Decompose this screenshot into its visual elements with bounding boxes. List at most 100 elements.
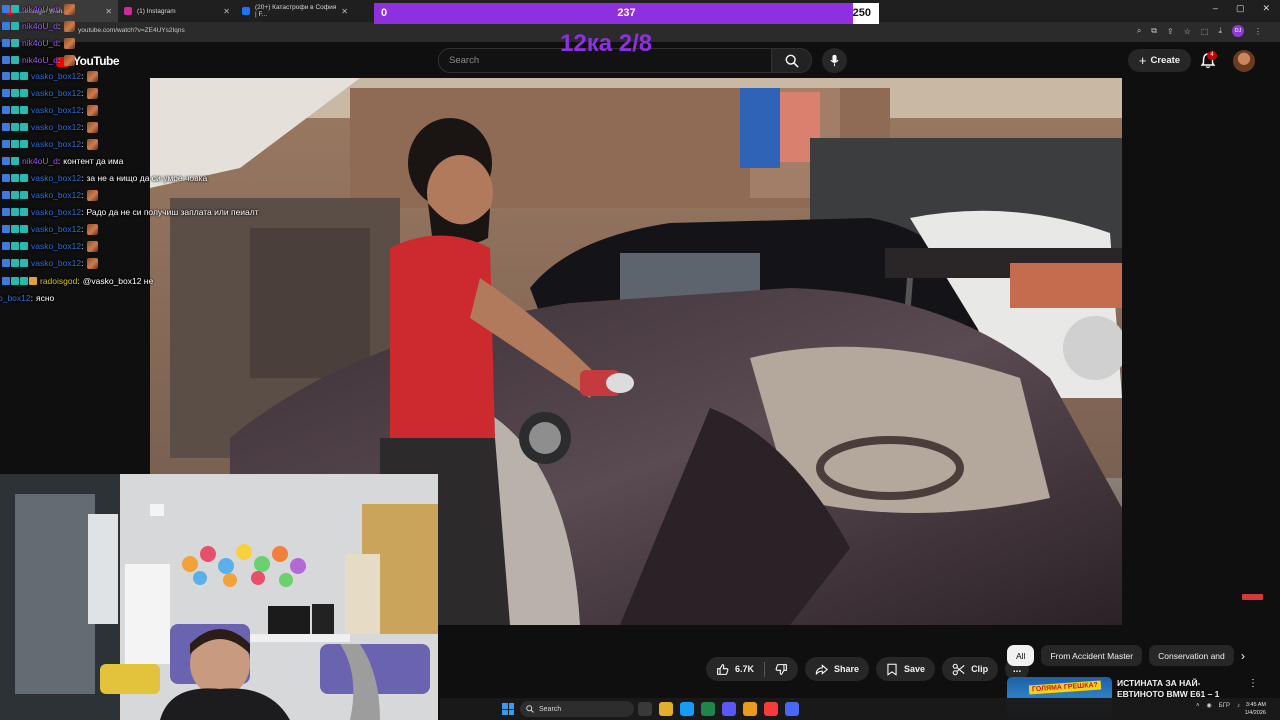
chat-username: vasko_box12 [31, 122, 82, 132]
chat-message: vasko_box12: [2, 86, 99, 100]
chat-badge-icon [2, 277, 10, 285]
time: 3:45 AM [1245, 702, 1266, 708]
chevron-right-icon[interactable]: › [1233, 646, 1253, 666]
bookmark-star-icon[interactable]: ☆ [1184, 27, 1191, 36]
like-button[interactable]: 6.7K [706, 657, 764, 681]
chat-message: vasko_box12: [2, 137, 99, 151]
like-dislike-group: 6.7K [706, 657, 799, 681]
folder-icon[interactable] [743, 702, 757, 716]
zoom-icon[interactable]: ⌕ [1137, 26, 1141, 36]
chat-emote-icon [87, 70, 99, 82]
screen: ...essage! Wan... ✕ (1) Instagram ✕ (20+… [0, 0, 1280, 720]
notification-count-badge: 4 [1207, 51, 1217, 60]
chat-badge-icon [11, 5, 19, 13]
chat-badge-icon [11, 225, 19, 233]
discord-icon[interactable] [722, 702, 736, 716]
close-window-icon[interactable]: ✕ [1262, 3, 1270, 14]
chat-badge-icon [29, 277, 37, 285]
chip-from-accident-master[interactable]: From Accident Master [1041, 645, 1143, 666]
cast-indicator-icon [1242, 594, 1263, 600]
share-page-icon[interactable]: ⇪ [1167, 27, 1174, 36]
chrome-icon[interactable] [701, 702, 715, 716]
chat-badge-icon [11, 39, 19, 47]
scissors-icon [952, 663, 965, 675]
obs-icon[interactable] [785, 702, 799, 716]
volume-icon[interactable]: ♪ [1237, 703, 1240, 709]
chat-badge-icon [20, 72, 28, 80]
search-button[interactable] [772, 48, 812, 73]
chat-emote-icon [87, 189, 99, 201]
goal-title: 12ка 2/8 [560, 30, 653, 57]
network-icon[interactable]: ◉ [1207, 702, 1212, 709]
windows-start-icon[interactable] [502, 703, 514, 715]
chat-badge-icon [11, 72, 19, 80]
chat-badge-icon [2, 174, 10, 182]
chat-badge-icon [2, 225, 10, 233]
chip-all[interactable]: All [1007, 645, 1035, 666]
chat-message: nik4oU_d: [2, 2, 76, 16]
chat-emote-icon [87, 138, 99, 150]
app-icon[interactable] [764, 702, 778, 716]
taskbar-clock[interactable]: 3:45 AM 1/4/2026 [1245, 701, 1266, 717]
chat-message: vasko_box12: Радо да не си получиш заплат… [2, 205, 259, 219]
save-button[interactable]: Save [876, 657, 936, 681]
dislike-button[interactable] [765, 657, 798, 681]
share-button[interactable]: Share [805, 657, 870, 681]
chat-badge-icon [2, 259, 10, 267]
chevron-up-icon[interactable]: ˄ [1196, 703, 1200, 709]
chat-badge-icon [20, 191, 28, 199]
create-button[interactable]: + Create [1128, 49, 1191, 72]
chat-username: vasko_box12 [31, 139, 82, 149]
clip-button[interactable]: Clip [942, 657, 999, 681]
browser-menu-icon[interactable]: ⋮ [1254, 27, 1262, 36]
account-avatar[interactable] [1233, 50, 1255, 72]
minimize-icon[interactable]: – [1213, 3, 1218, 14]
donation-goal-bar: 0 237 250 [374, 3, 879, 24]
task-view-icon[interactable] [638, 702, 652, 716]
chat-badge-icon [20, 106, 28, 114]
extensions-icon[interactable]: ⬚ [1201, 27, 1209, 36]
chat-badge-icon [20, 208, 28, 216]
window-controls: – ▢ ✕ [1213, 3, 1270, 14]
chat-badge-icon [20, 242, 28, 250]
taskbar-search[interactable]: Search [520, 701, 634, 717]
chat-username: vasko_box12 [31, 224, 82, 234]
chat-badge-icon [2, 123, 10, 131]
thumbs-up-icon [717, 663, 729, 675]
chat-emote-icon [87, 223, 99, 235]
chat-badge-icon [11, 277, 19, 285]
chat-username: vasko_box12 [31, 105, 82, 115]
related-filter-chips: All From Accident Master Conservation an… [1007, 645, 1234, 666]
cast-icon[interactable]: ⧉ [1151, 26, 1157, 36]
file-explorer-icon[interactable] [659, 702, 673, 716]
edge-icon[interactable] [680, 702, 694, 716]
goal-current-label: 237 [617, 7, 636, 19]
chip-conservation[interactable]: Conservation and [1149, 645, 1234, 666]
chat-badge-icon [2, 72, 10, 80]
plus-icon: + [1138, 53, 1147, 68]
chat-emote-icon [64, 54, 76, 66]
chat-badge-icon [2, 106, 10, 114]
voice-search-button[interactable] [822, 48, 847, 73]
date: 1/4/2026 [1244, 710, 1266, 716]
chat-emote-icon [87, 104, 99, 116]
microphone-icon [830, 54, 839, 67]
maximize-icon[interactable]: ▢ [1236, 3, 1245, 14]
chat-badge-icon [2, 157, 10, 165]
chat-username: nik4oU_d [22, 38, 58, 48]
downloads-icon[interactable]: ⤓ [1218, 26, 1222, 36]
close-tab-icon[interactable]: ✕ [341, 7, 348, 16]
search-icon [526, 705, 534, 713]
goal-max-label: 250 [852, 7, 871, 19]
language-indicator[interactable]: БГР [1219, 703, 1230, 709]
chat-badge-icon [2, 140, 10, 148]
chat-badge-icon [11, 191, 19, 199]
chat-badge-icon [2, 89, 10, 97]
chat-username: vasko_box12 [31, 71, 82, 81]
kebab-menu-icon[interactable]: ⋮ [1248, 678, 1258, 689]
search-icon [785, 54, 799, 68]
browser-profile-avatar[interactable]: DJ [1232, 25, 1244, 37]
recommended-video-title[interactable]: ИСТИНАТА ЗА НАЙ-ЕВТИНОТО BMW E61 – 1 [1117, 678, 1237, 700]
chat-message: o_box12: ясно [0, 293, 55, 303]
chat-message: vasko_box12: [2, 256, 99, 270]
